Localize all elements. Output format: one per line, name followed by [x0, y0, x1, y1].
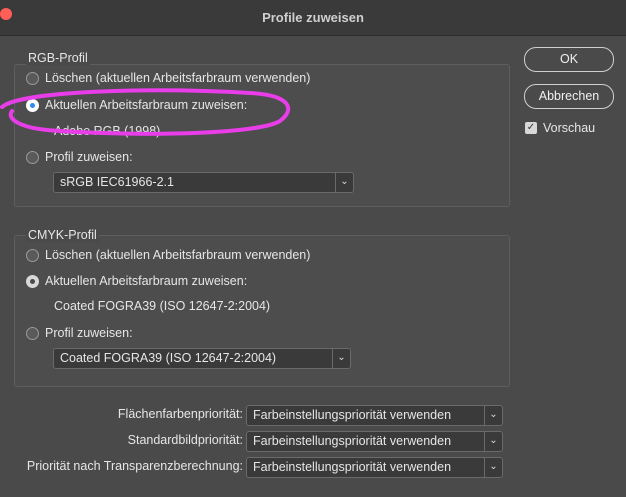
default-image-priority-value: Farbeinstellungspriorität verwenden	[253, 434, 452, 448]
chevron-down-icon: ⌄	[484, 432, 502, 451]
title-bar: Profile zuweisen	[0, 0, 626, 36]
rgb-discard-option[interactable]: Löschen (aktuellen Arbeitsfarbraum verwe…	[26, 69, 310, 87]
after-blending-priority-value: Farbeinstellungspriorität verwenden	[253, 460, 452, 474]
cmyk-assign-current-label: Aktuellen Arbeitsfarbraum zuweisen:	[45, 274, 248, 288]
rgb-profile-select-value: sRGB IEC61966-2.1	[60, 175, 174, 189]
spot-color-priority-value: Farbeinstellungspriorität verwenden	[253, 408, 452, 422]
annotation-highlight-ellipse	[0, 88, 291, 136]
radio-button-icon[interactable]	[26, 150, 39, 164]
cmyk-discard-option[interactable]: Löschen (aktuellen Arbeitsfarbraum verwe…	[26, 246, 310, 264]
cmyk-profile-select-value: Coated FOGRA39 (ISO 12647-2:2004)	[60, 351, 277, 365]
rgb-assign-profile-option[interactable]: Profil zuweisen:	[26, 148, 133, 166]
after-blending-priority-select[interactable]: Farbeinstellungspriorität verwenden ⌄	[246, 457, 503, 478]
chevron-down-icon: ⌄	[484, 406, 502, 425]
radio-button-icon[interactable]	[26, 71, 39, 85]
cmyk-assign-profile-option[interactable]: Profil zuweisen:	[26, 324, 133, 342]
cmyk-assign-current-option[interactable]: Aktuellen Arbeitsfarbraum zuweisen:	[26, 272, 247, 290]
radio-button-icon[interactable]	[26, 248, 39, 262]
cmyk-group-title: CMYK-Profil	[26, 228, 99, 242]
spot-color-priority-label: Flächenfarbenpriorität:	[117, 407, 243, 421]
chevron-down-icon: ⌄	[332, 349, 350, 368]
cmyk-current-profile: Coated FOGRA39 (ISO 12647-2:2004)	[54, 299, 271, 313]
radio-selected-icon[interactable]	[26, 274, 39, 288]
rgb-profile-select[interactable]: sRGB IEC61966-2.1 ⌄	[53, 172, 354, 193]
cmyk-profile-select[interactable]: Coated FOGRA39 (ISO 12647-2:2004) ⌄	[53, 348, 351, 369]
default-image-priority-label: Standardbildpriorität:	[127, 433, 243, 447]
dialog-title: Profile zuweisen	[262, 10, 364, 25]
chevron-down-icon: ⌄	[484, 458, 502, 477]
cmyk-assign-profile-label: Profil zuweisen:	[45, 326, 133, 340]
chevron-down-icon: ⌄	[335, 173, 353, 192]
rgb-group-title: RGB-Profil	[26, 51, 90, 65]
spot-color-priority-select[interactable]: Farbeinstellungspriorität verwenden ⌄	[246, 405, 503, 426]
preview-label: Vorschau	[543, 121, 596, 135]
radio-button-icon[interactable]	[26, 326, 39, 340]
ok-button[interactable]: OK	[524, 47, 614, 72]
close-window-icon[interactable]	[0, 8, 12, 20]
rgb-discard-label: Löschen (aktuellen Arbeitsfarbraum verwe…	[45, 71, 311, 85]
after-blending-priority-label: Priorität nach Transparenzberechnung:	[26, 459, 243, 473]
checkmark-icon: ✓	[526, 122, 536, 133]
preview-checkbox[interactable]: ✓	[525, 122, 537, 134]
cmyk-discard-label: Löschen (aktuellen Arbeitsfarbraum verwe…	[45, 248, 311, 262]
cancel-button[interactable]: Abbrechen	[524, 84, 614, 109]
rgb-assign-profile-label: Profil zuweisen:	[45, 150, 133, 164]
default-image-priority-select[interactable]: Farbeinstellungspriorität verwenden ⌄	[246, 431, 503, 452]
